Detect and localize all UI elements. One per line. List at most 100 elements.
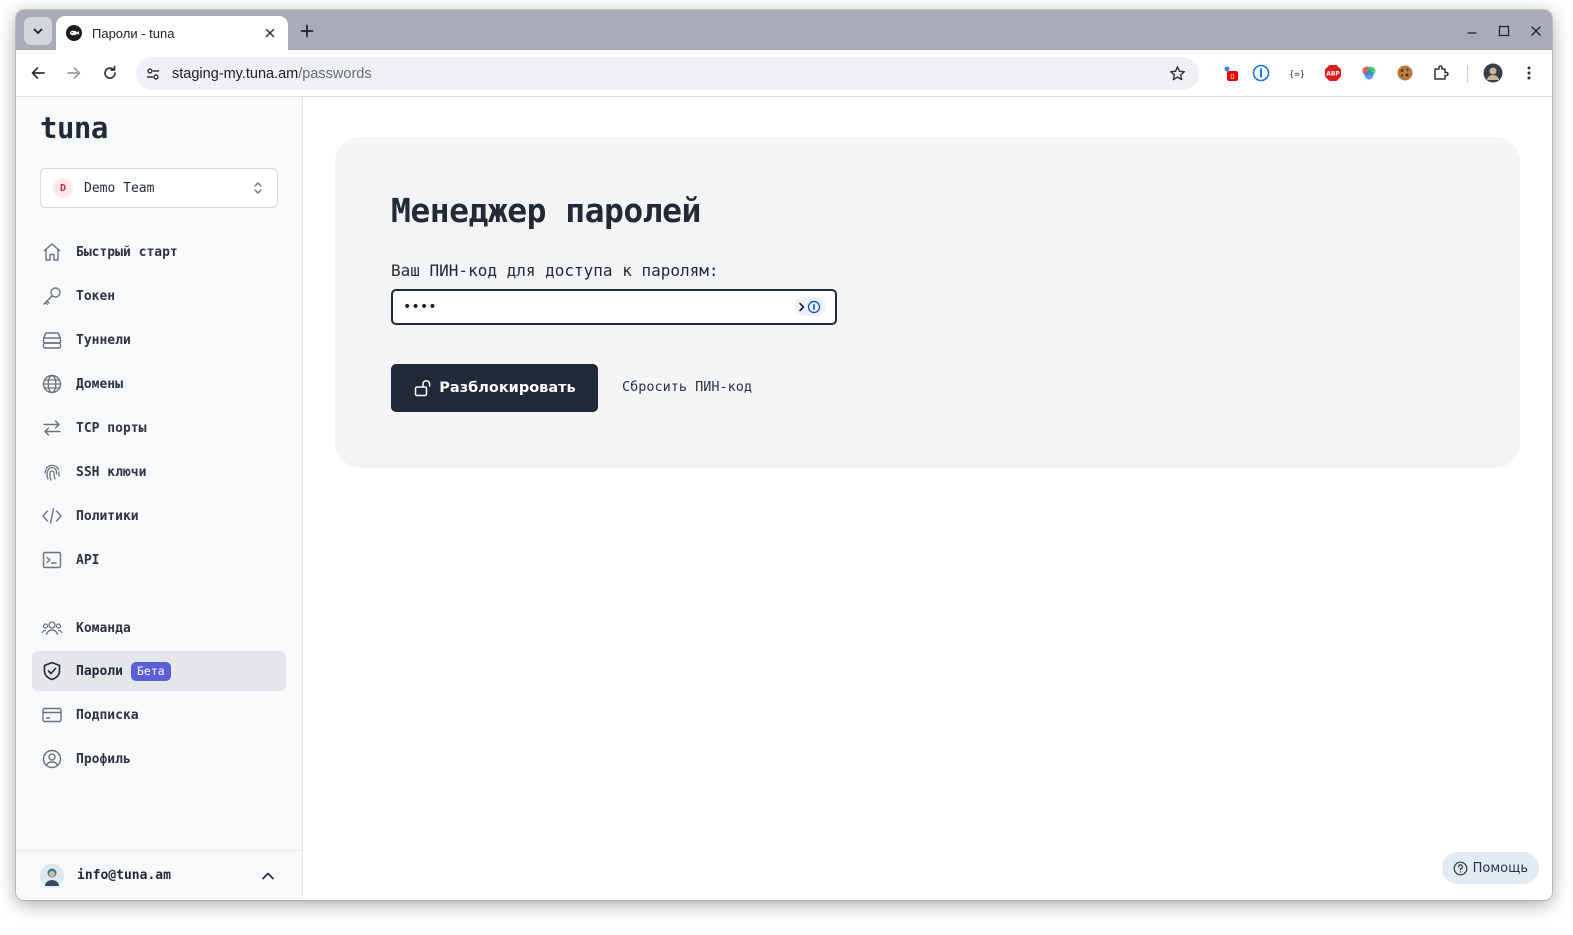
back-button[interactable] — [26, 61, 50, 85]
sidebar-item-label: SSH ключи — [76, 464, 147, 480]
sidebar-item-domains[interactable]: Домены — [32, 364, 286, 404]
users-icon — [41, 617, 63, 639]
sidebar-item-label: TCP порты — [76, 420, 147, 436]
json-extension-icon[interactable]: {=} — [1287, 63, 1307, 83]
code-icon — [41, 505, 63, 527]
close-icon — [1531, 26, 1541, 36]
user-circle-icon — [41, 748, 63, 770]
svg-text:ABP: ABP — [1326, 71, 1340, 78]
reload-icon — [104, 65, 116, 79]
password-manager-card: Менеджер паролей Ваш ПИН-код для доступа… — [335, 137, 1520, 468]
sidebar-item-team[interactable]: Команда — [32, 608, 286, 648]
team-select[interactable]: D Demo Team — [40, 168, 278, 208]
adblock-icon[interactable]: ABP — [1323, 63, 1343, 83]
profile-avatar-icon[interactable] — [1483, 63, 1503, 83]
sidebar-item-passwords[interactable]: Пароли Бета — [32, 651, 286, 691]
chevron-down-icon — [33, 28, 43, 35]
sidebar-item-label: Профиль — [76, 751, 131, 767]
sidebar-item-label: Быстрый старт — [76, 244, 178, 260]
cookie-extension-icon[interactable] — [1395, 63, 1415, 83]
url-host: staging-my.tuna.am — [172, 65, 299, 82]
sidebar: tuna D Demo Team Быстрый старт Токен Тун… — [16, 97, 303, 900]
browser-tab[interactable]: Пароли - tuna — [56, 16, 288, 50]
close-window-button[interactable] — [1525, 20, 1547, 42]
page: tuna D Demo Team Быстрый старт Токен Тун… — [16, 97, 1552, 900]
arrow-left-icon — [31, 67, 45, 79]
reload-button[interactable] — [98, 61, 122, 85]
sidebar-item-ssh-keys[interactable]: SSH ключи — [32, 452, 286, 492]
svg-text:0: 0 — [1230, 73, 1234, 81]
sidebar-item-policies[interactable]: Политики — [32, 496, 286, 536]
plus-icon — [300, 24, 314, 38]
sidebar-item-tcp-ports[interactable]: TCP порты — [32, 408, 286, 448]
beta-badge: Бета — [130, 661, 171, 681]
browser-window: Пароли - tuna staging-my.tuna.am/passwor… — [16, 10, 1552, 900]
team-avatar: D — [53, 178, 73, 198]
sidebar-item-label: Подписка — [76, 707, 139, 723]
url-path: /passwords — [298, 65, 372, 82]
globe-icon — [41, 373, 63, 395]
question-circle-icon — [1453, 860, 1469, 876]
sidebar-item-subscription[interactable]: Подписка — [32, 695, 286, 735]
extensions-puzzle-icon[interactable] — [1431, 63, 1451, 83]
tab-title: Пароли - tuna — [92, 25, 175, 41]
chevron-up-down-icon — [251, 180, 265, 196]
sidebar-item-label: Пароли — [76, 663, 123, 679]
sidebar-item-label: Политики — [76, 508, 139, 524]
tab-search-button[interactable] — [24, 17, 52, 45]
browser-menu-icon[interactable] — [1519, 63, 1539, 83]
sidebar-item-api[interactable]: API — [32, 540, 286, 580]
url-text: staging-my.tuna.am/passwords — [172, 66, 372, 82]
sidebar-item-label: Туннели — [76, 332, 131, 348]
tab-strip: Пароли - tuna — [16, 10, 1552, 50]
close-icon[interactable] — [262, 25, 278, 41]
extension-badge-icon[interactable]: 0 — [1220, 63, 1240, 83]
address-bar[interactable]: staging-my.tuna.am/passwords — [136, 57, 1199, 90]
maximize-icon — [1498, 25, 1510, 37]
shield-icon — [41, 660, 63, 682]
help-button-label: Помощь — [1472, 860, 1528, 876]
user-email: info@tuna.am — [77, 868, 171, 883]
toolbar-separator — [1467, 65, 1468, 83]
sidebar-item-token[interactable]: Токен — [32, 276, 286, 316]
key-icon — [41, 285, 63, 307]
browser-toolbar: staging-my.tuna.am/passwords 0 {=} ABP — [16, 50, 1552, 97]
unlock-button-label: Разблокировать — [439, 380, 576, 396]
team-name: Demo Team — [84, 180, 155, 196]
tuna-fish-icon — [66, 25, 82, 41]
color-picker-extension-icon[interactable] — [1359, 63, 1379, 83]
home-icon — [41, 241, 63, 263]
sidebar-item-label: Команда — [76, 620, 131, 636]
bookmark-star-icon[interactable] — [1167, 63, 1187, 83]
credit-card-icon — [41, 704, 63, 726]
reset-pin-link[interactable]: Сбросить ПИН-код — [622, 379, 752, 395]
minimize-button[interactable] — [1461, 20, 1483, 42]
pin-input[interactable] — [391, 289, 837, 325]
app-logo[interactable]: tuna — [40, 111, 108, 145]
avatar — [40, 863, 64, 888]
forward-button[interactable] — [62, 61, 86, 85]
minimize-icon — [1467, 32, 1477, 34]
arrow-right-icon — [67, 67, 81, 79]
sidebar-item-profile[interactable]: Профиль — [32, 739, 286, 779]
server-icon — [41, 329, 63, 351]
sidebar-item-label: Токен — [76, 288, 116, 304]
help-button[interactable]: Помощь — [1441, 852, 1539, 884]
terminal-icon — [41, 549, 63, 571]
password-manager-extension-icon[interactable] — [1251, 63, 1271, 83]
new-tab-button[interactable] — [296, 20, 318, 42]
sidebar-item-quick-start[interactable]: Быстрый старт — [32, 232, 286, 272]
fingerprint-icon — [41, 461, 63, 483]
password-manager-autofill-icon[interactable] — [794, 297, 826, 316]
site-settings-icon[interactable] — [142, 63, 164, 85]
sidebar-item-label: Домены — [76, 376, 123, 392]
sidebar-item-tunnels[interactable]: Туннели — [32, 320, 286, 360]
chevron-up-icon — [258, 866, 278, 886]
svg-text:{=}: {=} — [1289, 70, 1305, 80]
sidebar-item-label: API — [76, 552, 100, 568]
unlock-button[interactable]: Разблокировать — [391, 364, 598, 412]
user-menu[interactable]: info@tuna.am — [16, 850, 302, 900]
maximize-button[interactable] — [1493, 20, 1515, 42]
pin-label: Ваш ПИН-код для доступа к паролям: — [391, 261, 719, 280]
page-title: Менеджер паролей — [391, 191, 701, 230]
